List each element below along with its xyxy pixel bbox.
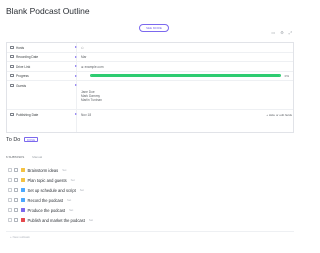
custom-fields-table: Hosts ⚇ Recording Date Mar Drive Link ⊕ … bbox=[6, 42, 294, 133]
drag-handle-icon[interactable] bbox=[8, 168, 12, 172]
settings-icon[interactable]: ⚙ bbox=[280, 30, 284, 35]
subtask-label[interactable]: Record the podcast bbox=[28, 198, 64, 203]
field-name: Publishing Date bbox=[16, 112, 39, 117]
subtasks-count: 6 SUBTASKS bbox=[6, 155, 25, 159]
field-row-publishing-date[interactable]: Publishing Date Nov 18 bbox=[7, 110, 293, 132]
subtask-label[interactable]: Brainstorm ideas bbox=[28, 168, 59, 173]
field-value[interactable]: 0% bbox=[77, 72, 293, 81]
subtask-row[interactable]: Produce the podcast Set bbox=[6, 205, 126, 215]
status-checkbox[interactable] bbox=[14, 188, 18, 192]
status-heading: To Do bbox=[6, 137, 21, 143]
field-name: Progress bbox=[16, 74, 29, 78]
progress-bar bbox=[90, 74, 281, 78]
subtask-label[interactable]: Publish and market the podcast bbox=[28, 218, 85, 223]
subtasks-header: 6 SUBTASKS Manual bbox=[6, 155, 42, 159]
drag-handle-icon[interactable] bbox=[8, 208, 12, 212]
status-checkbox[interactable] bbox=[14, 208, 18, 212]
field-row-drive-link[interactable]: Drive Link ⊕ example.com bbox=[7, 62, 293, 72]
field-row-hosts[interactable]: Hosts ⚇ bbox=[7, 43, 293, 53]
guest-name: Marlin Tuninan bbox=[81, 97, 102, 102]
field-name: Hosts bbox=[16, 45, 25, 50]
progress-percent: 0% bbox=[284, 73, 289, 78]
status-checkbox[interactable] bbox=[14, 178, 18, 182]
subtask-list: Brainstorm ideas Set Plan topic and guest… bbox=[6, 165, 126, 225]
subtask-row[interactable]: Brainstorm ideas Set bbox=[6, 165, 126, 175]
comment-icon[interactable]: ▭ bbox=[271, 30, 275, 35]
subtask-meta[interactable]: Set bbox=[89, 218, 93, 222]
field-value[interactable]: ⚇ bbox=[77, 43, 293, 52]
subtask-row[interactable]: Set up schedule and script Set bbox=[6, 185, 126, 195]
priority-flag-icon[interactable] bbox=[21, 218, 25, 222]
field-value[interactable]: Mar bbox=[77, 53, 293, 62]
priority-flag-icon[interactable] bbox=[21, 208, 25, 212]
subtask-label[interactable]: Set up schedule and script bbox=[28, 188, 76, 193]
subtask-meta[interactable]: Set bbox=[67, 198, 71, 202]
status-checkbox[interactable] bbox=[14, 168, 18, 172]
drag-handle-icon[interactable] bbox=[8, 188, 12, 192]
priority-flag-icon[interactable] bbox=[21, 178, 25, 182]
field-row-progress[interactable]: Progress 0% bbox=[7, 71, 293, 81]
subtask-meta[interactable]: Set bbox=[71, 178, 75, 182]
add-person-icon[interactable]: ⚇ bbox=[81, 46, 84, 50]
drag-handle-icon[interactable] bbox=[8, 198, 12, 202]
subtask-label[interactable]: Plan topic and guests bbox=[28, 178, 67, 183]
drag-handle-icon[interactable] bbox=[8, 178, 12, 182]
priority-flag-icon[interactable] bbox=[21, 198, 25, 202]
field-row-recording-date[interactable]: Recording Date Mar bbox=[7, 52, 293, 62]
top-toolbar: ▭ ⚙ ⤢ bbox=[271, 30, 292, 35]
page-title[interactable]: Blank Podcast Outline bbox=[6, 6, 90, 16]
drag-handle-icon[interactable] bbox=[8, 218, 12, 222]
hide-edit-fields-link[interactable]: + Hide or edit fields bbox=[266, 113, 292, 117]
drive-link[interactable]: example.com bbox=[85, 65, 104, 69]
subtask-meta[interactable]: Set bbox=[62, 168, 66, 172]
status-checkbox[interactable] bbox=[14, 198, 18, 202]
progress-icon bbox=[10, 74, 14, 77]
field-value[interactable]: Jane Doe Mark Dammy Marlin Tuninan bbox=[77, 81, 293, 109]
priority-flag-icon[interactable] bbox=[21, 188, 25, 192]
subtask-row[interactable]: Publish and market the podcast Set bbox=[6, 215, 126, 225]
field-name: Guests bbox=[16, 83, 27, 88]
sort-dropdown[interactable]: Manual bbox=[32, 155, 42, 159]
calendar-icon bbox=[10, 112, 14, 116]
new-subtask-button[interactable]: + New subtask bbox=[10, 235, 30, 239]
people-icon bbox=[10, 45, 14, 49]
see-more-button[interactable]: SEE MORE bbox=[139, 24, 169, 32]
subtask-meta[interactable]: Set bbox=[80, 188, 84, 192]
field-value[interactable]: Nov 18 bbox=[77, 110, 293, 132]
text-icon bbox=[10, 83, 14, 87]
calendar-icon bbox=[10, 55, 14, 58]
field-value[interactable]: ⊕ example.com bbox=[77, 62, 293, 71]
field-name: Drive Link bbox=[16, 64, 31, 69]
progress-fill bbox=[91, 75, 280, 77]
link-icon[interactable]: ⤢ bbox=[289, 30, 292, 35]
status-checkbox[interactable] bbox=[14, 218, 18, 222]
subtask-row[interactable]: Plan topic and guests Set bbox=[6, 175, 126, 185]
link-icon bbox=[10, 64, 14, 68]
subtask-row[interactable]: Record the podcast Set bbox=[6, 195, 126, 205]
priority-flag-icon[interactable] bbox=[21, 168, 25, 172]
field-name: Recording Date bbox=[16, 55, 39, 59]
status-badge[interactable]: DONE bbox=[24, 137, 39, 142]
field-row-guests[interactable]: Guests Jane Doe Mark Dammy Marlin Tunina… bbox=[7, 81, 293, 110]
subtask-meta[interactable]: Set bbox=[69, 208, 73, 212]
divider bbox=[6, 231, 294, 232]
subtask-label[interactable]: Produce the podcast bbox=[28, 208, 66, 213]
